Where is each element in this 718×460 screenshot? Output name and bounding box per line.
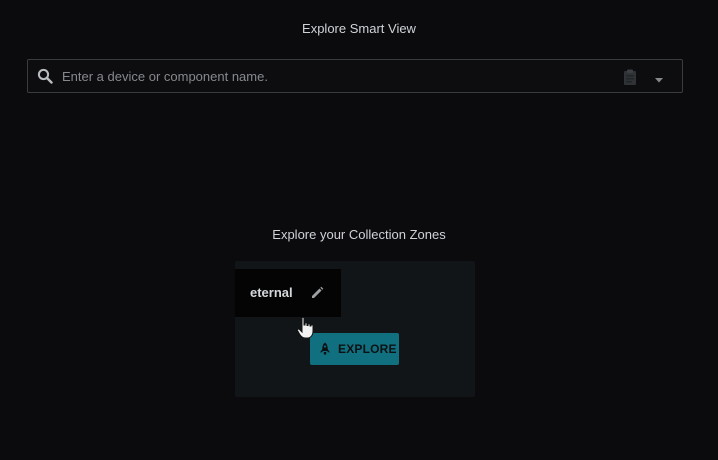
zone-name: eternal xyxy=(250,285,293,300)
search-input[interactable] xyxy=(62,60,602,92)
explore-button[interactable]: EXPLORE xyxy=(310,333,399,365)
pencil-icon[interactable] xyxy=(310,286,324,300)
search-bar[interactable] xyxy=(27,59,683,93)
hand-pointer-icon xyxy=(296,316,316,340)
search-icon xyxy=(37,68,53,84)
page-title: Explore Smart View xyxy=(302,21,416,36)
chevron-down-icon[interactable] xyxy=(653,72,665,83)
explore-button-label: EXPLORE xyxy=(338,342,397,356)
page: Explore Smart View Explore your Collecti… xyxy=(0,0,718,460)
clipboard-icon[interactable] xyxy=(623,69,637,85)
zone-name-box: eternal xyxy=(235,269,341,317)
zones-title: Explore your Collection Zones xyxy=(272,227,446,242)
rocket-icon xyxy=(319,342,331,356)
zone-card: eternal EXPLORE xyxy=(235,261,475,397)
